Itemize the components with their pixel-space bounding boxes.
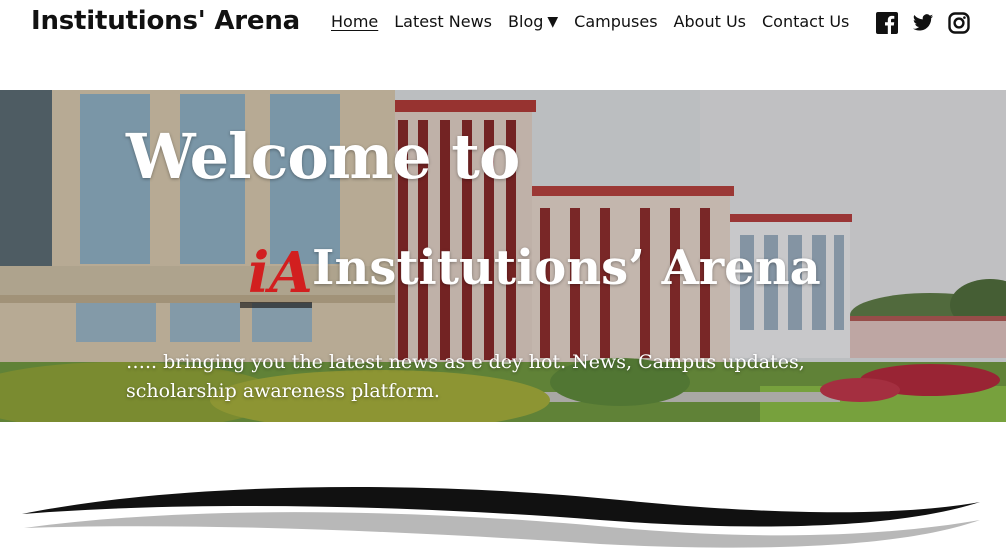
- main-nav: Home Latest News Blog ▼ Campuses About Us…: [331, 12, 865, 31]
- hero-banner: Welcome to iA Institutions’ Arena ….. br…: [0, 90, 1006, 422]
- nav-blog[interactable]: Blog ▼: [508, 12, 558, 31]
- site-title[interactable]: Institutions' Arena: [31, 6, 300, 36]
- nav-about-us-label: About Us: [673, 12, 746, 31]
- twitter-icon[interactable]: [912, 12, 934, 34]
- nav-campuses-label: Campuses: [574, 12, 658, 31]
- nav-about-us[interactable]: About Us: [674, 12, 746, 31]
- hero-brand-name: Institutions’ Arena: [312, 240, 821, 296]
- nav-blog-label: Blog: [508, 12, 544, 31]
- nav-home[interactable]: Home: [331, 12, 378, 31]
- site-header: Institutions' Arena Home Latest News Blo…: [0, 0, 1006, 90]
- facebook-icon[interactable]: [876, 12, 898, 34]
- nav-contact-us-label: Contact Us: [761, 12, 850, 31]
- logo-mark: iA: [248, 240, 312, 306]
- hero-heading: Welcome to: [126, 120, 520, 193]
- hero-tagline: ….. bringing you the latest news as e de…: [126, 351, 805, 402]
- brush-swoosh-divider: [22, 487, 980, 548]
- nav-latest-news[interactable]: Latest News: [394, 12, 492, 31]
- social-links: [876, 12, 970, 34]
- chevron-down-icon: ▼: [547, 13, 559, 30]
- nav-home-label: Home: [331, 12, 379, 31]
- institutions-arena-logo: iA: [240, 232, 313, 316]
- nav-campuses[interactable]: Campuses: [574, 12, 657, 31]
- nav-contact-us[interactable]: Contact Us: [762, 12, 849, 31]
- nav-latest-news-label: Latest News: [394, 12, 493, 31]
- instagram-icon[interactable]: [948, 12, 970, 34]
